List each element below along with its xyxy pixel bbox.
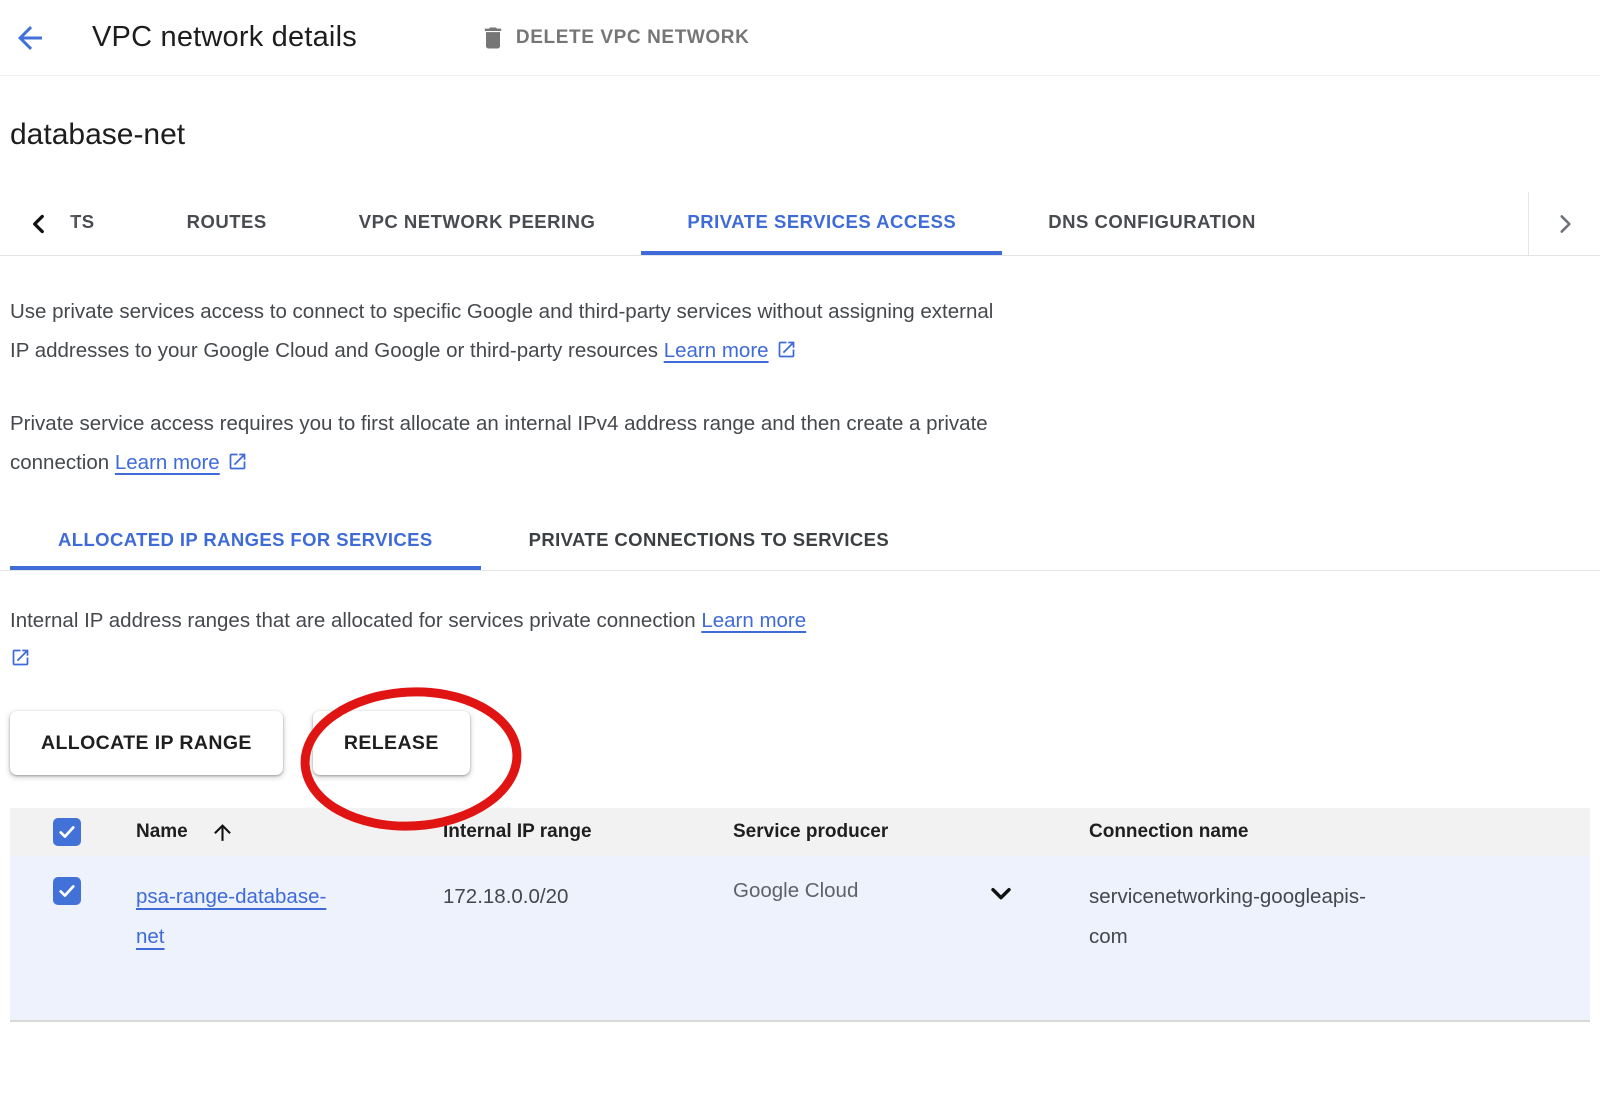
service-producer-value: Google Cloud [733, 877, 858, 905]
checkmark-icon [57, 881, 77, 901]
network-name-title: database-net [10, 118, 1600, 152]
tab-subnets-partial[interactable]: TS [70, 192, 141, 255]
row-expand-button[interactable] [985, 877, 1017, 909]
allocate-ip-range-button[interactable]: ALLOCATE IP RANGE [10, 711, 283, 775]
back-arrow-icon [12, 20, 48, 56]
tab-bar-spacer [1302, 192, 1528, 255]
release-button[interactable]: RELEASE [313, 711, 470, 775]
allocated-ranges-description-text: Internal IP address ranges that are allo… [10, 609, 696, 632]
checkmark-icon [57, 822, 77, 842]
page-header-title: VPC network details [92, 21, 357, 54]
psa-requirements-paragraph: Private service access requires you to f… [10, 404, 1012, 485]
psa-intro-text: Use private services access to connect t… [10, 300, 993, 362]
select-all-checkbox[interactable] [53, 818, 81, 846]
external-link-icon [227, 446, 248, 485]
column-header-name-label: Name [136, 821, 188, 843]
external-link-icon [776, 334, 797, 373]
chevron-right-icon [1552, 211, 1578, 237]
psa-sub-tab-bar: ALLOCATED IP RANGES FOR SERVICES PRIVATE… [0, 513, 1600, 571]
learn-more-link-psa[interactable]: Learn more [664, 339, 769, 362]
chevron-left-icon [26, 211, 52, 237]
learn-more-link-allocated[interactable]: Learn more [701, 609, 806, 632]
learn-more-link-requirements[interactable]: Learn more [115, 451, 220, 474]
delete-vpc-network-label: DELETE VPC NETWORK [516, 27, 750, 49]
table-row-psa-range: psa-range-database-net 172.18.0.0/20 Goo… [10, 856, 1590, 1022]
allocated-ip-ranges-table: Name Internal IP range Service producer … [10, 808, 1590, 1022]
column-header-service-producer: Service producer [733, 821, 1089, 843]
back-button[interactable] [10, 18, 50, 58]
subtab-private-connections[interactable]: PRIVATE CONNECTIONS TO SERVICES [481, 513, 938, 570]
sort-ascending-icon [210, 820, 235, 845]
trash-icon [479, 24, 507, 52]
subtab-allocated-ip-ranges[interactable]: ALLOCATED IP RANGES FOR SERVICES [10, 513, 481, 570]
column-header-connection-name: Connection name [1089, 821, 1590, 843]
internal-ip-range-value: 172.18.0.0/20 [443, 885, 568, 908]
tab-vpc-network-peering[interactable]: VPC NETWORK PEERING [313, 192, 642, 255]
table-header-row: Name Internal IP range Service producer … [10, 808, 1590, 856]
row-checkbox[interactable] [53, 877, 81, 905]
delete-vpc-network-button[interactable]: DELETE VPC NETWORK [479, 24, 750, 52]
tab-private-services-access[interactable]: PRIVATE SERVICES ACCESS [641, 192, 1002, 255]
column-header-internal-ip-range: Internal IP range [443, 821, 733, 843]
top-bar: VPC network details DELETE VPC NETWORK [0, 0, 1600, 76]
main-tab-bar: TS ROUTES VPC NETWORK PEERING PRIVATE SE… [0, 192, 1600, 256]
connection-name-value: servicenetworking-googleapis-com [1089, 877, 1389, 957]
column-header-name[interactable]: Name [136, 820, 443, 845]
psa-intro-paragraph: Use private services access to connect t… [10, 292, 1012, 373]
tabs-scroll-right-button[interactable] [1528, 192, 1600, 255]
actions-row: ALLOCATE IP RANGE RELEASE [10, 711, 1600, 775]
tab-dns-configuration[interactable]: DNS CONFIGURATION [1002, 192, 1302, 255]
range-name-link[interactable]: psa-range-database-net [136, 877, 341, 957]
chevron-down-icon [985, 877, 1017, 909]
allocated-ranges-description: Internal IP address ranges that are allo… [10, 601, 1600, 681]
external-link-icon [10, 650, 31, 673]
tabs-scroll-left-button[interactable] [0, 192, 78, 255]
tab-routes[interactable]: ROUTES [141, 192, 313, 255]
